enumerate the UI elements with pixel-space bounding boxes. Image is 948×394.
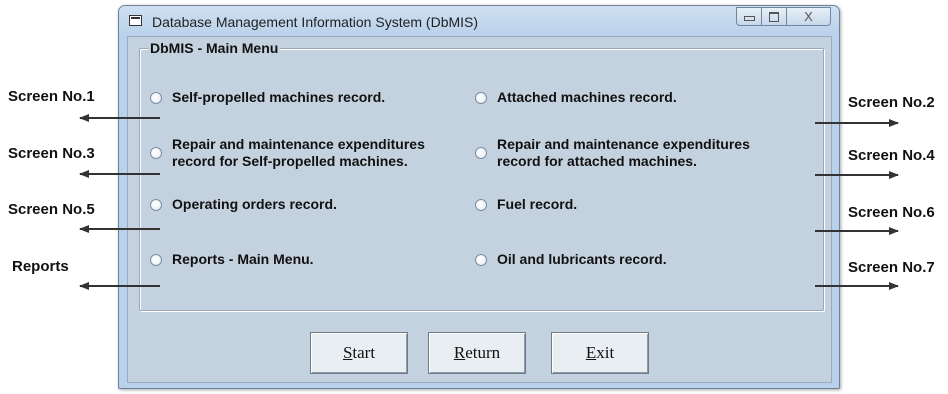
annotation-arrows	[79, 114, 899, 290]
